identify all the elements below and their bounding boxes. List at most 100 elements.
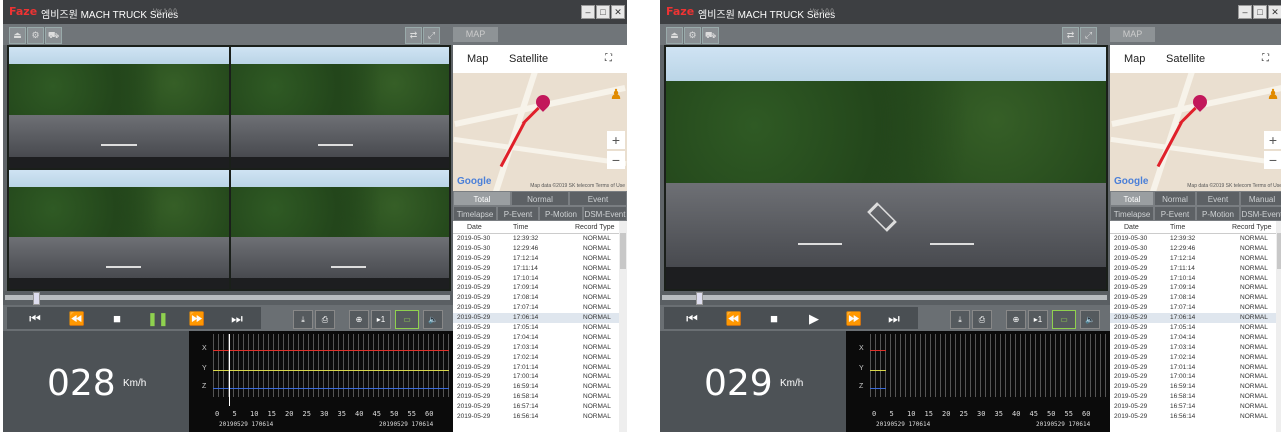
table-row[interactable]: 2019-05-29 16:57:14 NORMAL [453, 402, 619, 412]
table-row[interactable]: 2019-05-29 16:58:14 NORMAL [1110, 392, 1276, 402]
map-panel[interactable]: Map Satellite ⛶ ♟ + − Google Map data ©2… [1110, 45, 1281, 191]
tab-dsm-event[interactable]: DSM-Event [1240, 206, 1281, 221]
seek-handle[interactable] [33, 292, 40, 305]
skip-next-icon[interactable]: ⏭ [884, 309, 904, 329]
table-row[interactable]: 2019-05-29 17:10:14 NORMAL [1110, 274, 1276, 284]
speed-x1-icon[interactable]: ▸1 [371, 310, 391, 329]
download-icon[interactable]: ⤓ [950, 310, 970, 329]
table-row[interactable]: 2019-05-29 17:04:14 NORMAL [1110, 333, 1276, 343]
map-panel[interactable]: Map Satellite ⛶ ♟ + − Google Map data ©2… [453, 45, 627, 191]
camera-channel-4[interactable] [231, 170, 449, 289]
table-row[interactable]: 2019-05-29 17:11:14 NORMAL [1110, 264, 1276, 274]
skip-previous-icon[interactable]: ⏮ [682, 309, 702, 329]
map-toggle-button[interactable]: MAP [1110, 27, 1155, 42]
map-tab-satellite[interactable]: Satellite [1166, 53, 1205, 65]
rewind-icon[interactable]: ⏪ [67, 309, 87, 329]
map-zoom-out-button[interactable]: − [1264, 151, 1281, 169]
table-row[interactable]: 2019-05-30 12:29:46 NORMAL [1110, 244, 1276, 254]
tab-p-event[interactable]: P-Event [1154, 206, 1196, 221]
header-time[interactable]: Time [1170, 224, 1185, 231]
maximize-icon[interactable]: □ [1253, 5, 1267, 19]
screen-mode-icon[interactable]: ▭ [1052, 310, 1076, 329]
eject-icon[interactable]: ⏏ [666, 27, 683, 44]
print-icon[interactable]: ⎙ [315, 310, 335, 329]
table-row[interactable]: 2019-05-29 16:59:14 NORMAL [1110, 382, 1276, 392]
table-row[interactable]: 2019-05-30 12:39:32 NORMAL [1110, 234, 1276, 244]
scrollbar-thumb[interactable] [1277, 233, 1281, 269]
speed-x1-icon[interactable]: ▸1 [1028, 310, 1048, 329]
print-icon[interactable]: ⎙ [972, 310, 992, 329]
tab-dsm-event[interactable]: DSM-Event [583, 206, 627, 221]
street-view-pegman-icon[interactable]: ♟ [1264, 85, 1281, 103]
eject-icon[interactable]: ⏏ [9, 27, 26, 44]
pause-icon[interactable]: ❚❚ [147, 309, 169, 329]
tab-p-motion[interactable]: P-Motion [1196, 206, 1240, 221]
tab-timelapse[interactable]: Timelapse [1110, 206, 1154, 221]
table-row[interactable]: 2019-05-30 12:39:32 NORMAL [453, 234, 619, 244]
fast-forward-icon[interactable]: ⏩ [187, 309, 207, 329]
swap-icon[interactable]: ⇄ [405, 27, 422, 44]
g-sensor-cursor[interactable] [229, 334, 230, 406]
vehicle-icon[interactable]: ⛟ [702, 27, 719, 44]
street-view-pegman-icon[interactable]: ♟ [607, 85, 625, 103]
header-time[interactable]: Time [513, 224, 528, 231]
table-row[interactable]: 2019-05-30 12:29:46 NORMAL [453, 244, 619, 254]
tab-normal[interactable]: Normal [1154, 191, 1196, 206]
volume-icon[interactable]: 🔈 [1080, 310, 1100, 329]
seek-bar[interactable] [5, 295, 450, 300]
map-tab-map[interactable]: Map [1124, 53, 1145, 65]
settings-gear-icon[interactable]: ⚙ [27, 27, 44, 44]
table-row[interactable]: 2019-05-29 17:07:14 NORMAL [453, 303, 619, 313]
map-fullscreen-icon[interactable]: ⛶ [1262, 53, 1269, 64]
stop-icon[interactable]: ■ [107, 309, 127, 329]
table-row[interactable]: 2019-05-29 17:00:14 NORMAL [1110, 372, 1276, 382]
tab-total[interactable]: Total [1110, 191, 1154, 206]
tab-manual[interactable]: Manual [1240, 191, 1281, 206]
map-zoom-out-button[interactable]: − [607, 151, 625, 169]
camera-channel-2[interactable] [231, 47, 449, 168]
header-record-type[interactable]: Record Type [575, 224, 615, 231]
map-fullscreen-icon[interactable]: ⛶ [605, 53, 612, 64]
table-row[interactable]: 2019-05-29 17:02:14 NORMAL [453, 353, 619, 363]
scrollbar-thumb[interactable] [620, 233, 626, 269]
table-row[interactable]: 2019-05-29 17:10:14 NORMAL [453, 274, 619, 284]
tab-p-event[interactable]: P-Event [497, 206, 539, 221]
table-row[interactable]: 2019-05-29 17:12:14 NORMAL [453, 254, 619, 264]
screen-mode-icon[interactable]: ▭ [395, 310, 419, 329]
table-row[interactable]: 2019-05-29 17:03:14 NORMAL [1110, 343, 1276, 353]
fast-forward-icon[interactable]: ⏩ [844, 309, 864, 329]
header-date[interactable]: Date [1124, 224, 1139, 231]
table-row[interactable]: 2019-05-29 17:12:14 NORMAL [1110, 254, 1276, 264]
header-date[interactable]: Date [467, 224, 482, 231]
settings-gear-icon[interactable]: ⚙ [684, 27, 701, 44]
tab-p-motion[interactable]: P-Motion [539, 206, 583, 221]
camera-channel-1[interactable] [666, 47, 1106, 289]
table-row[interactable]: 2019-05-29 17:11:14 NORMAL [453, 264, 619, 274]
fullscreen-icon[interactable]: ⤢ [423, 27, 440, 44]
table-row[interactable]: 2019-05-29 17:01:14 NORMAL [1110, 363, 1276, 373]
zoom-icon[interactable]: ⊕ [349, 310, 369, 329]
tab-normal[interactable]: Normal [511, 191, 569, 206]
table-row[interactable]: 2019-05-29 17:02:14 NORMAL [1110, 353, 1276, 363]
camera-channel-3[interactable] [9, 170, 229, 289]
tab-total[interactable]: Total [453, 191, 511, 206]
camera-channel-1[interactable] [9, 47, 229, 168]
map-tab-map[interactable]: Map [467, 53, 488, 65]
table-row[interactable]: 2019-05-29 17:06:14 NORMAL [453, 313, 619, 324]
map-toggle-button[interactable]: MAP [453, 27, 498, 42]
table-row[interactable]: 2019-05-29 17:09:14 NORMAL [453, 283, 619, 293]
table-row[interactable]: 2019-05-29 17:08:14 NORMAL [1110, 293, 1276, 303]
table-row[interactable]: 2019-05-29 16:57:14 NORMAL [1110, 402, 1276, 412]
swap-icon[interactable]: ⇄ [1062, 27, 1079, 44]
table-row[interactable]: 2019-05-29 16:56:14 NORMAL [453, 412, 619, 422]
tab-event[interactable]: Event [1196, 191, 1240, 206]
volume-icon[interactable]: 🔈 [423, 310, 443, 329]
minimize-icon[interactable]: – [1238, 5, 1252, 19]
map-zoom-in-button[interactable]: + [607, 131, 625, 149]
skip-next-icon[interactable]: ⏭ [227, 309, 247, 329]
tab-event[interactable]: Event [569, 191, 627, 206]
table-row[interactable]: 2019-05-29 17:06:14 NORMAL [1110, 313, 1276, 324]
record-list-scrollbar[interactable] [1276, 221, 1281, 432]
table-row[interactable]: 2019-05-29 17:07:14 NORMAL [1110, 303, 1276, 313]
table-row[interactable]: 2019-05-29 16:58:14 NORMAL [453, 392, 619, 402]
